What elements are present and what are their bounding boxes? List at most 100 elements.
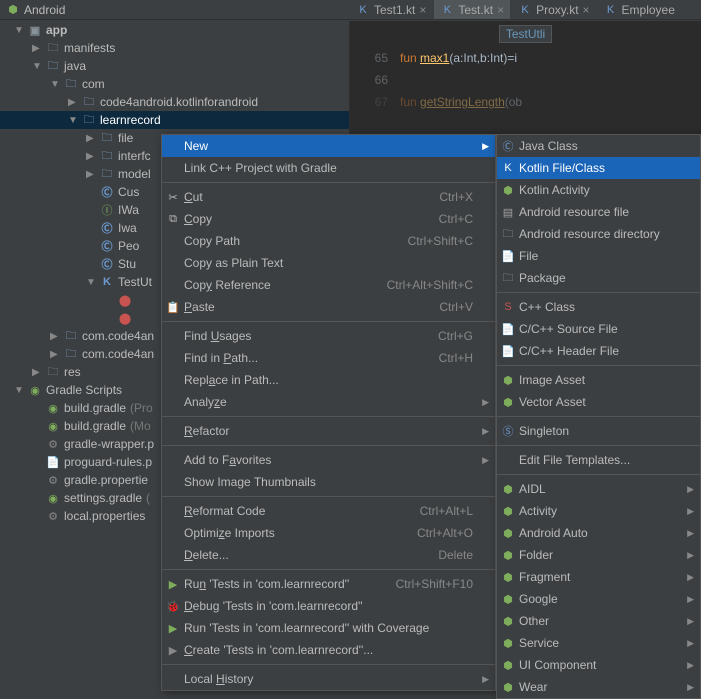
menu-copy-path[interactable]: Copy PathCtrl+Shift+C bbox=[162, 230, 495, 252]
new-package[interactable]: 🗀Package bbox=[497, 267, 700, 289]
new-cpp-src[interactable]: 📄C/C++ Source File bbox=[497, 318, 700, 340]
new-kotlin-file[interactable]: KKotlin File/Class bbox=[497, 157, 700, 179]
folder-icon: 🗀 bbox=[46, 59, 60, 73]
chevron-right-icon: ▶ bbox=[687, 594, 694, 605]
new-activity[interactable]: ⬢Activity▶ bbox=[497, 500, 700, 522]
node-code4android[interactable]: ▶🗀code4android.kotlinforandroid bbox=[0, 93, 349, 111]
menu-debug[interactable]: 🐞Debug 'Tests in 'com.learnrecord'' bbox=[162, 595, 495, 617]
menu-link-cpp[interactable]: Link C++ Project with Gradle bbox=[162, 157, 495, 179]
module-icon: ▣ bbox=[28, 23, 42, 37]
package-icon: 🗀 bbox=[100, 131, 114, 145]
new-auto[interactable]: ⬢Android Auto▶ bbox=[497, 522, 700, 544]
new-wear[interactable]: ⬢Wear▶ bbox=[497, 676, 700, 698]
chevron-down-icon: ▼ bbox=[50, 79, 60, 90]
menu-copy-ref[interactable]: Copy ReferenceCtrl+Alt+Shift+C bbox=[162, 274, 495, 296]
new-aidl[interactable]: ⬢AIDL▶ bbox=[497, 478, 700, 500]
chevron-right-icon: ▶ bbox=[482, 397, 489, 408]
new-res-file[interactable]: ▤Android resource file bbox=[497, 201, 700, 223]
line-number: 65 bbox=[350, 51, 400, 65]
separator bbox=[497, 365, 700, 366]
chevron-down-icon: ▼ bbox=[32, 61, 42, 72]
tab-test[interactable]: KTest.kt× bbox=[434, 0, 510, 19]
cpp-hdr-icon: 📄 bbox=[501, 344, 515, 358]
new-edit-templates[interactable]: Edit File Templates... bbox=[497, 449, 700, 471]
new-kotlin-activity[interactable]: ⬢Kotlin Activity bbox=[497, 179, 700, 201]
new-image-asset[interactable]: ⬢Image Asset bbox=[497, 369, 700, 391]
properties-icon: ⚙ bbox=[46, 473, 60, 487]
error-icon: ⬤ bbox=[118, 311, 132, 325]
separator bbox=[497, 445, 700, 446]
new-java-class[interactable]: ⒸJava Class bbox=[497, 135, 700, 157]
tab-proxy[interactable]: KProxy.kt× bbox=[512, 0, 595, 19]
package-icon: 🗀 bbox=[64, 77, 78, 91]
node-com[interactable]: ▼🗀com bbox=[0, 75, 349, 93]
new-singleton[interactable]: ⓈSingleton bbox=[497, 420, 700, 442]
package-icon: 🗀 bbox=[100, 167, 114, 181]
menu-replace-path[interactable]: Replace in Path... bbox=[162, 369, 495, 391]
menu-paste[interactable]: 📋PasteCtrl+V bbox=[162, 296, 495, 318]
kotlin-file-icon: K bbox=[604, 3, 618, 17]
menu-run[interactable]: ▶Run 'Tests in 'com.learnrecord''Ctrl+Sh… bbox=[162, 573, 495, 595]
class-icon: Ⓒ bbox=[100, 185, 114, 199]
cpp-src-icon: 📄 bbox=[501, 322, 515, 336]
menu-cut[interactable]: ✂CutCtrl+X bbox=[162, 186, 495, 208]
separator bbox=[162, 496, 495, 497]
chevron-right-icon: ▶ bbox=[482, 455, 489, 466]
folder-icon: 🗀 bbox=[46, 41, 60, 55]
android-icon: ⬢ bbox=[501, 636, 515, 650]
menu-favorites[interactable]: Add to Favorites▶ bbox=[162, 449, 495, 471]
tab-employee[interactable]: KEmployee bbox=[598, 0, 681, 19]
cpp-icon: S bbox=[501, 300, 515, 314]
breadcrumb-token[interactable]: TestUtli bbox=[499, 25, 552, 43]
line-number: 66 bbox=[350, 73, 400, 87]
menu-history[interactable]: Local History▶ bbox=[162, 668, 495, 690]
new-other[interactable]: ⬢Other▶ bbox=[497, 610, 700, 632]
class-icon: Ⓒ bbox=[501, 139, 515, 153]
close-icon[interactable]: × bbox=[419, 3, 426, 17]
close-icon[interactable]: × bbox=[583, 3, 590, 17]
android-icon: ⬢ bbox=[501, 548, 515, 562]
menu-coverage[interactable]: ▶Run 'Tests in 'com.learnrecord'' with C… bbox=[162, 617, 495, 639]
menu-copy[interactable]: ⧉CopyCtrl+C bbox=[162, 208, 495, 230]
menu-optimize[interactable]: Optimize ImportsCtrl+Alt+O bbox=[162, 522, 495, 544]
close-icon[interactable]: × bbox=[497, 3, 504, 17]
menu-analyze[interactable]: Analyze▶ bbox=[162, 391, 495, 413]
menu-thumbs[interactable]: Show Image Thumbnails bbox=[162, 471, 495, 493]
new-file[interactable]: 📄File bbox=[497, 245, 700, 267]
class-icon: Ⓒ bbox=[100, 221, 114, 235]
menu-find-path[interactable]: Find in Path...Ctrl+H bbox=[162, 347, 495, 369]
android-label: Android bbox=[24, 3, 65, 17]
new-cpp-hdr[interactable]: 📄C/C++ Header File bbox=[497, 340, 700, 362]
new-vector-asset[interactable]: ⬢Vector Asset bbox=[497, 391, 700, 413]
new-service[interactable]: ⬢Service▶ bbox=[497, 632, 700, 654]
gradle-icon: ◉ bbox=[28, 383, 42, 397]
chevron-right-icon: ▶ bbox=[482, 426, 489, 437]
android-icon: ⬢ bbox=[501, 680, 515, 694]
context-menu: New▶ Link C++ Project with Gradle ✂CutCt… bbox=[161, 134, 496, 691]
new-ui[interactable]: ⬢UI Component▶ bbox=[497, 654, 700, 676]
android-icon: ⬢ bbox=[501, 526, 515, 540]
node-java[interactable]: ▼🗀java bbox=[0, 57, 349, 75]
new-res-dir[interactable]: 🗀Android resource directory bbox=[497, 223, 700, 245]
new-google[interactable]: ⬢Google▶ bbox=[497, 588, 700, 610]
node-learnrecord[interactable]: ▼🗀learnrecord bbox=[0, 111, 349, 129]
android-icon: ⬢ bbox=[501, 614, 515, 628]
menu-create[interactable]: ▶Create 'Tests in 'com.learnrecord''... bbox=[162, 639, 495, 661]
separator bbox=[162, 416, 495, 417]
separator bbox=[497, 292, 700, 293]
node-app[interactable]: ▼▣app bbox=[0, 21, 349, 39]
menu-find-usages[interactable]: Find UsagesCtrl+G bbox=[162, 325, 495, 347]
chevron-right-icon: ▶ bbox=[32, 367, 42, 378]
chevron-right-icon: ▶ bbox=[687, 506, 694, 517]
menu-new[interactable]: New▶ bbox=[162, 135, 495, 157]
new-fragment[interactable]: ⬢Fragment▶ bbox=[497, 566, 700, 588]
menu-copy-plain[interactable]: Copy as Plain Text bbox=[162, 252, 495, 274]
node-manifests[interactable]: ▶🗀manifests bbox=[0, 39, 349, 57]
new-cpp-class[interactable]: SC++ Class bbox=[497, 296, 700, 318]
new-folder[interactable]: ⬢Folder▶ bbox=[497, 544, 700, 566]
tab-test1[interactable]: KTest1.kt× bbox=[350, 0, 432, 19]
menu-delete[interactable]: Delete...Delete bbox=[162, 544, 495, 566]
menu-reformat[interactable]: Reformat CodeCtrl+Alt+L bbox=[162, 500, 495, 522]
menu-refactor[interactable]: Refactor▶ bbox=[162, 420, 495, 442]
android-dropdown[interactable]: ⬢ Android bbox=[6, 3, 65, 17]
